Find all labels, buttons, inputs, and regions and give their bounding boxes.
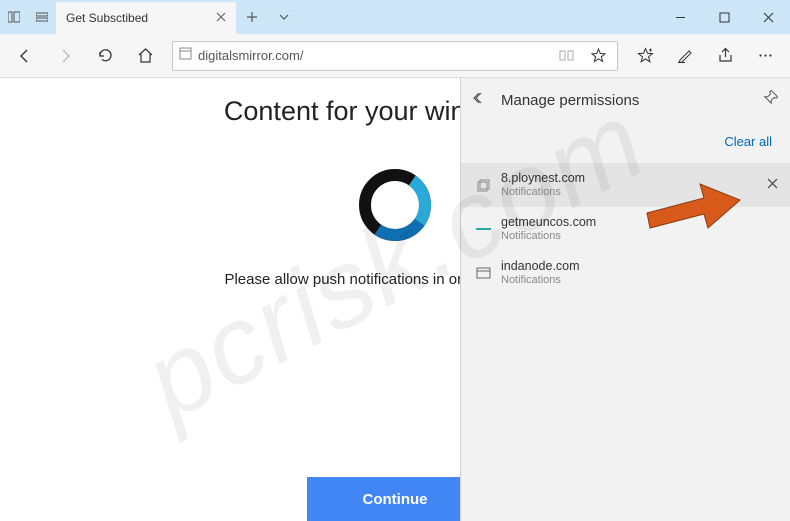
permission-domain: getmeuncos.com bbox=[501, 215, 596, 229]
site-info-icon[interactable] bbox=[179, 47, 192, 65]
favorite-star-icon[interactable] bbox=[585, 48, 611, 63]
refresh-button[interactable] bbox=[86, 37, 124, 75]
permission-type: Notifications bbox=[501, 186, 585, 199]
panel-title: Manage permissions bbox=[501, 92, 753, 109]
permission-type: Notifications bbox=[501, 274, 580, 287]
maximize-button[interactable] bbox=[702, 0, 746, 34]
browser-tab[interactable]: Get Subsctibed bbox=[56, 2, 236, 34]
arrow-callout-icon bbox=[642, 178, 742, 243]
favorites-button[interactable] bbox=[626, 37, 664, 75]
loading-spinner-icon bbox=[359, 169, 431, 241]
notes-button[interactable] bbox=[666, 37, 704, 75]
minimize-button[interactable] bbox=[658, 0, 702, 34]
permission-domain: indanode.com bbox=[501, 259, 580, 273]
browser-toolbar: digitalsmirror.com/ bbox=[0, 34, 790, 78]
clear-all-link[interactable]: Clear all bbox=[724, 134, 772, 149]
chevron-down-icon[interactable] bbox=[268, 0, 300, 34]
tab-title: Get Subsctibed bbox=[66, 11, 208, 25]
panel-back-icon[interactable] bbox=[473, 91, 491, 110]
site-icon bbox=[475, 221, 491, 237]
address-bar[interactable]: digitalsmirror.com/ bbox=[172, 41, 618, 71]
continue-button[interactable]: Continue bbox=[307, 477, 483, 521]
new-tab-button[interactable] bbox=[236, 0, 268, 34]
close-icon[interactable] bbox=[216, 9, 226, 27]
window-titlebar: Get Subsctibed bbox=[0, 0, 790, 34]
remove-permission-button[interactable] bbox=[767, 176, 778, 194]
site-icon bbox=[475, 177, 491, 193]
site-icon bbox=[475, 265, 491, 281]
tabs-list-icon[interactable] bbox=[28, 0, 56, 34]
permission-domain: 8.ploynest.com bbox=[501, 171, 585, 185]
close-window-button[interactable] bbox=[746, 0, 790, 34]
tab-aside-icon[interactable] bbox=[0, 0, 28, 34]
permission-item[interactable]: indanode.com Notifications bbox=[461, 251, 790, 295]
permissions-panel: Manage permissions Clear all 8.ploynest.… bbox=[460, 78, 790, 521]
forward-button[interactable] bbox=[46, 37, 84, 75]
reading-view-icon[interactable] bbox=[553, 49, 579, 62]
home-button[interactable] bbox=[126, 37, 164, 75]
url-text: digitalsmirror.com/ bbox=[198, 48, 547, 63]
pin-icon[interactable] bbox=[763, 90, 778, 110]
share-button[interactable] bbox=[706, 37, 744, 75]
back-button[interactable] bbox=[6, 37, 44, 75]
more-button[interactable] bbox=[746, 37, 784, 75]
permission-type: Notifications bbox=[501, 230, 596, 243]
